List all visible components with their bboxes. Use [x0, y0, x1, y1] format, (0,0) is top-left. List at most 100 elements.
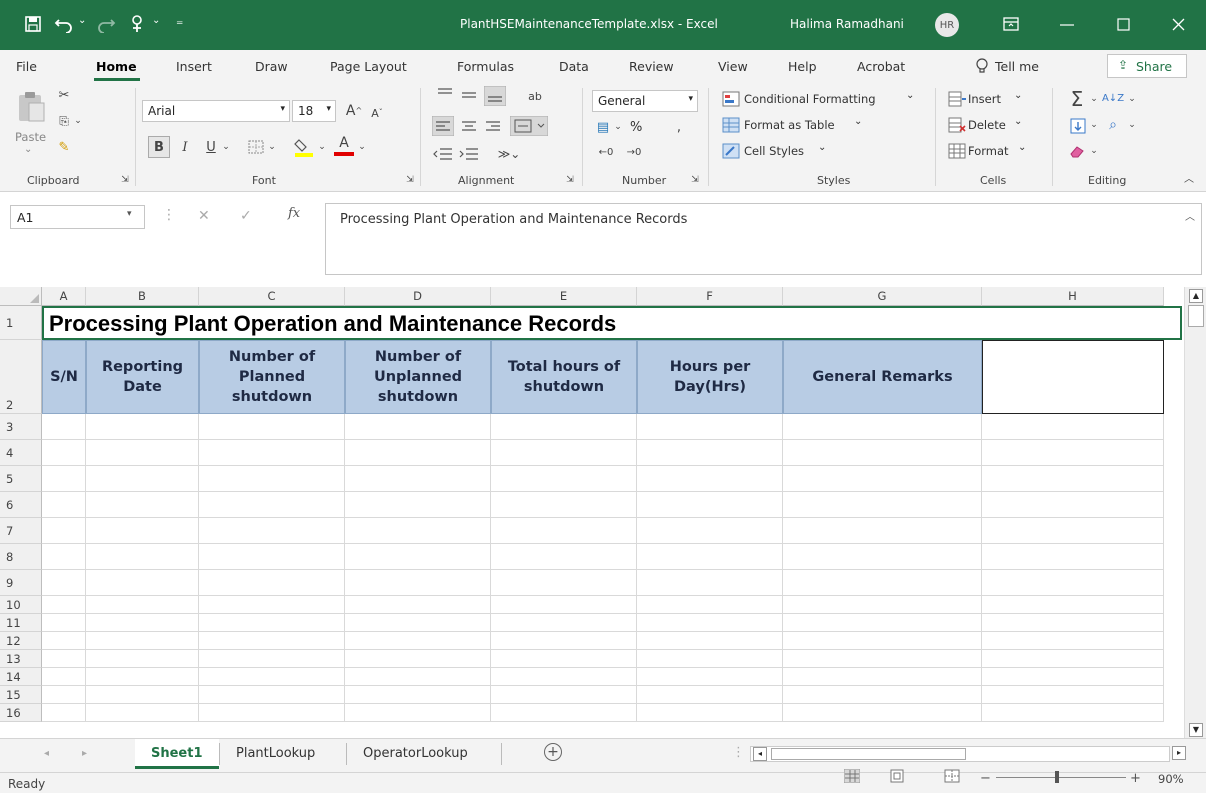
- conditional-formatting-button[interactable]: Conditional Formatting ⌄: [722, 90, 922, 110]
- next-sheet-icon[interactable]: ▸: [82, 748, 87, 759]
- cell[interactable]: [86, 668, 199, 686]
- cell[interactable]: [491, 570, 637, 596]
- zoom-out-icon[interactable]: −: [980, 771, 991, 786]
- copy-icon[interactable]: ⎘: [54, 112, 74, 130]
- scroll-down-icon[interactable]: ▼: [1189, 723, 1203, 737]
- cell[interactable]: [491, 686, 637, 704]
- sort-filter-dropdown-icon[interactable]: ⌄: [1126, 90, 1138, 108]
- tab-file[interactable]: File: [16, 59, 37, 74]
- cell[interactable]: [491, 518, 637, 544]
- cell[interactable]: [42, 650, 86, 668]
- cell[interactable]: [86, 704, 199, 722]
- borders-dropdown-icon[interactable]: ⌄: [266, 136, 278, 158]
- cell[interactable]: [491, 632, 637, 650]
- clear-dropdown-icon[interactable]: ⌄: [1088, 142, 1100, 160]
- cell[interactable]: [637, 596, 783, 614]
- cell[interactable]: [199, 650, 345, 668]
- cell[interactable]: [491, 596, 637, 614]
- tell-me-input[interactable]: Tell me: [995, 59, 1039, 74]
- cell[interactable]: [982, 414, 1164, 440]
- row-header-15[interactable]: 15: [0, 686, 42, 704]
- font-name-select[interactable]: Arial ▾: [142, 100, 290, 122]
- row-header-1[interactable]: 1: [0, 306, 42, 340]
- comma-style-icon[interactable]: ,: [672, 118, 686, 136]
- cell[interactable]: [491, 614, 637, 632]
- autosum-icon[interactable]: Σ: [1068, 88, 1086, 110]
- merge-center-icon[interactable]: [510, 116, 548, 136]
- sort-filter-icon[interactable]: A↓Z: [1102, 88, 1124, 110]
- row-header-9[interactable]: 9: [0, 570, 42, 596]
- col-header-h[interactable]: H: [982, 287, 1164, 306]
- clipboard-launcher-icon[interactable]: ⇲: [120, 175, 130, 185]
- cell[interactable]: [637, 614, 783, 632]
- cell[interactable]: [491, 440, 637, 466]
- fill-color-icon[interactable]: [294, 136, 314, 158]
- cell[interactable]: [491, 414, 637, 440]
- zoom-slider-thumb[interactable]: [1055, 771, 1059, 783]
- cell[interactable]: [345, 518, 491, 544]
- top-align-icon[interactable]: [436, 86, 454, 100]
- cell[interactable]: [783, 492, 982, 518]
- font-color-dropdown-icon[interactable]: ⌄: [356, 136, 368, 158]
- cell[interactable]: [42, 518, 86, 544]
- cell[interactable]: [345, 614, 491, 632]
- undo-icon[interactable]: [54, 15, 74, 33]
- cell[interactable]: [491, 650, 637, 668]
- paste-dropdown-icon[interactable]: ⌄: [24, 144, 32, 155]
- cell[interactable]: [783, 544, 982, 570]
- cell[interactable]: [86, 466, 199, 492]
- row-header-6[interactable]: 6: [0, 492, 42, 518]
- cell[interactable]: [345, 414, 491, 440]
- ribbon-display-options-icon[interactable]: [1003, 17, 1019, 31]
- vertical-scrollbar[interactable]: ▲ ▼: [1184, 287, 1206, 738]
- cell[interactable]: [982, 492, 1164, 518]
- touch-mode-icon[interactable]: [128, 14, 146, 34]
- avatar[interactable]: HR: [935, 13, 959, 37]
- row-header-5[interactable]: 5: [0, 466, 42, 492]
- cancel-icon[interactable]: ✕: [198, 208, 210, 224]
- tab-draw[interactable]: Draw: [255, 59, 288, 74]
- cell[interactable]: [637, 632, 783, 650]
- cell[interactable]: [345, 668, 491, 686]
- row-header-2[interactable]: 2: [0, 340, 42, 414]
- cell[interactable]: [491, 704, 637, 722]
- bottom-align-icon[interactable]: [484, 86, 506, 106]
- cell[interactable]: [42, 414, 86, 440]
- number-launcher-icon[interactable]: ⇲: [690, 175, 700, 185]
- header-total-hours[interactable]: Total hours of shutdown: [491, 340, 637, 414]
- align-center-icon[interactable]: [460, 118, 478, 134]
- cell[interactable]: [199, 492, 345, 518]
- zoom-in-icon[interactable]: +: [1130, 771, 1141, 786]
- zoom-slider-track[interactable]: [996, 777, 1126, 778]
- save-icon[interactable]: [24, 15, 42, 33]
- header-reporting-date[interactable]: Reporting Date: [86, 340, 199, 414]
- tab-split-handle-icon[interactable]: ⋮: [732, 745, 745, 760]
- cell[interactable]: [783, 440, 982, 466]
- collapse-ribbon-icon[interactable]: ︿: [1182, 174, 1196, 186]
- col-header-f[interactable]: F: [637, 287, 783, 306]
- horizontal-scrollbar[interactable]: ◂: [750, 746, 1170, 762]
- scroll-right-icon[interactable]: ▸: [1172, 746, 1186, 760]
- cell[interactable]: [637, 544, 783, 570]
- row-header-16[interactable]: 16: [0, 704, 42, 722]
- tab-acrobat[interactable]: Acrobat: [857, 59, 905, 74]
- cell[interactable]: [783, 632, 982, 650]
- row-header-4[interactable]: 4: [0, 440, 42, 466]
- cell[interactable]: [199, 544, 345, 570]
- add-sheet-icon[interactable]: +: [544, 743, 562, 761]
- middle-align-icon[interactable]: [460, 88, 478, 102]
- sheet-tab-sheet1[interactable]: Sheet1: [135, 739, 219, 769]
- cell[interactable]: [345, 704, 491, 722]
- selected-cell-a1[interactable]: Processing Plant Operation and Maintenan…: [42, 306, 1182, 340]
- cell[interactable]: [42, 704, 86, 722]
- paste-icon[interactable]: [16, 90, 46, 122]
- orientation-icon[interactable]: ab: [524, 86, 546, 106]
- cell[interactable]: [982, 650, 1164, 668]
- cell[interactable]: [199, 518, 345, 544]
- cell[interactable]: [345, 632, 491, 650]
- cell[interactable]: [491, 492, 637, 518]
- horizontal-scroll-thumb[interactable]: [771, 748, 966, 760]
- name-box[interactable]: A1 ▾: [10, 205, 145, 229]
- delete-cells-button[interactable]: Delete ⌄: [948, 116, 1028, 136]
- cell[interactable]: [982, 632, 1164, 650]
